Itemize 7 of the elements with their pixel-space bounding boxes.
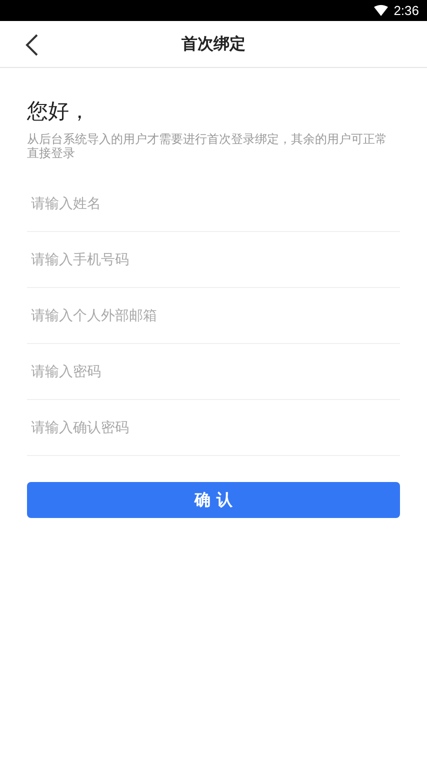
confirm-button[interactable]: 确 认 (27, 482, 400, 518)
back-icon[interactable] (24, 33, 40, 57)
status-time: 2:36 (394, 3, 419, 18)
greeting: 您好， (27, 98, 91, 125)
page-title: 首次绑定 (182, 34, 246, 54)
wifi-icon (374, 5, 388, 16)
description: 从后台系统导入的用户才需要进行首次登录绑定，其余的用户可正常直接登录 (27, 132, 388, 160)
